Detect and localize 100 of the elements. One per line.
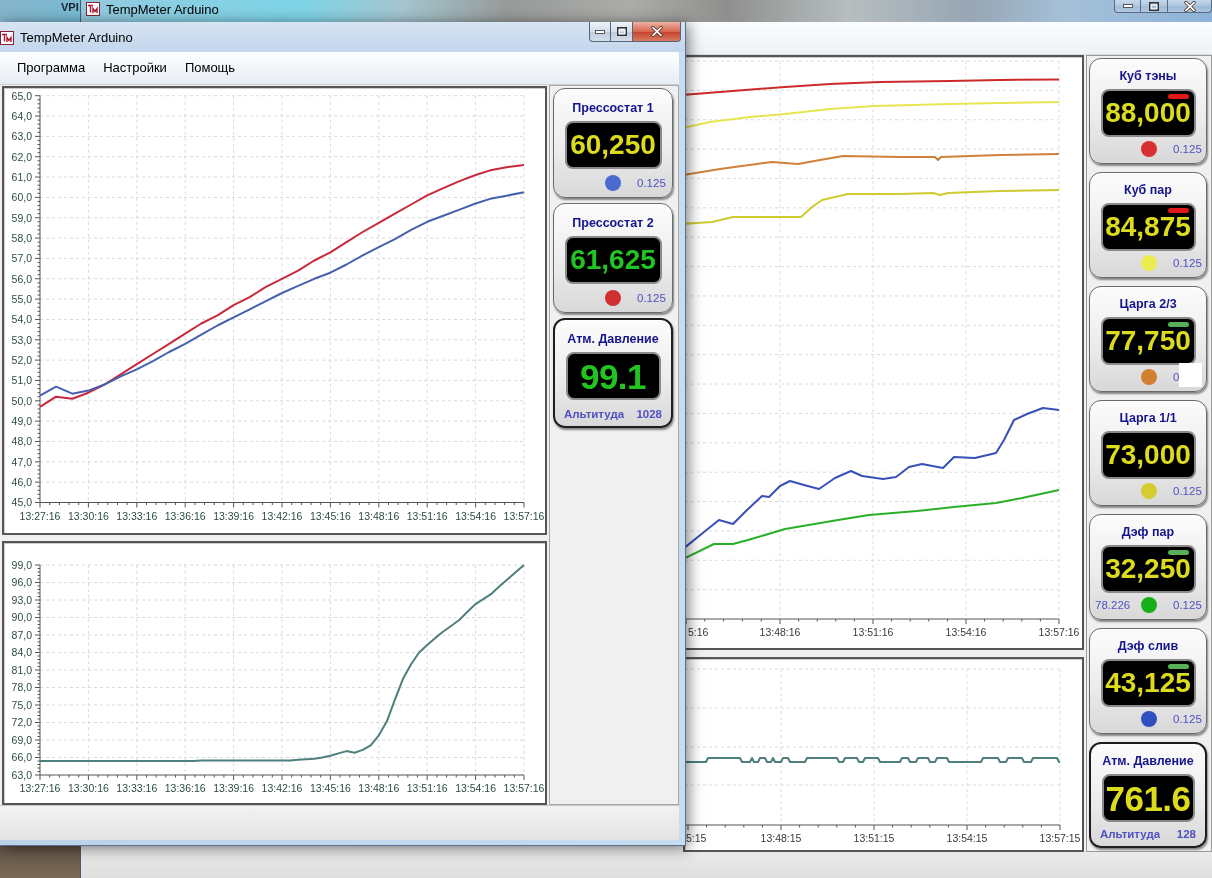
tick-label: 13:57:16 bbox=[1038, 626, 1080, 638]
tick-label: 5:15 bbox=[686, 832, 707, 844]
tick-label: 57,0 bbox=[11, 252, 32, 265]
tick-label: 13:45:16 bbox=[309, 782, 351, 794]
tick-label: 13:48:16 bbox=[358, 782, 400, 794]
app-logo-icon bbox=[86, 2, 100, 16]
tick-label: 13:51:16 bbox=[406, 782, 448, 794]
close-button[interactable] bbox=[1168, 0, 1212, 13]
menu-item[interactable]: Помощь bbox=[175, 57, 245, 79]
minimize-icon bbox=[595, 29, 605, 34]
tick-label: 75,0 bbox=[11, 698, 32, 711]
display-value: 761.6 bbox=[1105, 780, 1191, 816]
tick-label: 13:51:15 bbox=[853, 832, 895, 844]
maximize-icon bbox=[616, 27, 627, 36]
display-value: 32,250 bbox=[1105, 555, 1191, 583]
tick-label: 13:54:16 bbox=[455, 782, 497, 794]
tick-label: 62,0 bbox=[11, 150, 32, 163]
close-icon bbox=[650, 26, 663, 37]
tick-label: 96,0 bbox=[11, 576, 32, 589]
tick-label: 49,0 bbox=[11, 414, 32, 427]
tick-label: 63,0 bbox=[11, 130, 32, 143]
tick-label: 13:33:16 bbox=[116, 510, 158, 522]
tick-label: 48,0 bbox=[11, 435, 32, 448]
gauge-title: Царга 2/3 bbox=[1119, 296, 1177, 313]
secondary-reading: 78.226 bbox=[1094, 599, 1132, 611]
resolution-text: 0.125 bbox=[1172, 485, 1203, 497]
tick-label: 13:42:16 bbox=[261, 782, 303, 794]
display-value: 77,750 bbox=[1105, 327, 1191, 355]
altitude-value: 1028 bbox=[636, 408, 662, 420]
tick-label: 51,0 bbox=[11, 374, 32, 387]
tick-label: 13:27:16 bbox=[19, 510, 61, 522]
altitude-label: Альтитуда bbox=[564, 408, 625, 420]
resolution-text: 0.125 bbox=[1172, 599, 1203, 611]
tick-label: 45,0 bbox=[11, 496, 32, 509]
minimize-button[interactable] bbox=[589, 22, 611, 42]
resolution-text: 0.125 bbox=[1172, 143, 1203, 155]
close-icon bbox=[1183, 0, 1196, 12]
maximize-button[interactable] bbox=[1141, 0, 1168, 13]
display-value: 61,625 bbox=[570, 246, 656, 274]
resolution-text: 0.125 bbox=[1172, 257, 1203, 269]
tick-label: 13:54:15 bbox=[946, 832, 988, 844]
tick-label: 64,0 bbox=[11, 109, 32, 122]
tick-label: 61,0 bbox=[11, 170, 32, 183]
gauge-title: Прессостат 2 bbox=[572, 215, 654, 232]
altitude-value: 128 bbox=[1176, 828, 1196, 840]
tick-label: 60,0 bbox=[11, 191, 32, 204]
window-title: TempMeter Arduino bbox=[106, 2, 219, 18]
minimize-icon bbox=[1122, 4, 1133, 8]
tick-label: 13:30:16 bbox=[67, 782, 109, 794]
window-title: TempMeter Arduino bbox=[20, 30, 133, 46]
tick-label: 65,0 bbox=[11, 89, 32, 102]
resolution-text: 0.125 bbox=[1172, 713, 1203, 725]
tick-label: 84,0 bbox=[11, 646, 32, 659]
tick-label: 13:48:15 bbox=[760, 832, 802, 844]
tick-label: 58,0 bbox=[11, 231, 32, 244]
tick-label: 13:57:16 bbox=[503, 510, 545, 522]
gauge-title: Атм. Давление bbox=[1102, 753, 1194, 770]
menu-item[interactable]: Программа bbox=[8, 57, 95, 79]
tick-label: 66,0 bbox=[11, 751, 32, 764]
tick-label: 13:36:16 bbox=[164, 510, 206, 522]
tick-label: 63,0 bbox=[11, 768, 32, 781]
tick-label: 13:39:16 bbox=[213, 782, 255, 794]
tick-label: 13:57:16 bbox=[503, 782, 545, 794]
minimize-button[interactable] bbox=[1114, 0, 1141, 13]
gauge-title: Куб пар bbox=[1124, 182, 1172, 199]
gauge-title: Дэф пар bbox=[1121, 524, 1175, 541]
display-value: 99.1 bbox=[579, 358, 647, 394]
display-value: 73,000 bbox=[1105, 441, 1191, 469]
tick-label: 13:33:16 bbox=[116, 782, 158, 794]
tick-label: 56,0 bbox=[11, 272, 32, 285]
tick-label: 54,0 bbox=[11, 313, 32, 326]
tick-label: 53,0 bbox=[11, 333, 32, 346]
tick-label: 50,0 bbox=[11, 394, 32, 407]
tick-label: 13:45:16 bbox=[309, 510, 351, 522]
tick-label: 99,0 bbox=[11, 558, 32, 571]
app-logo-icon bbox=[0, 31, 14, 45]
maximize-button[interactable] bbox=[611, 22, 633, 42]
tick-label: 13:39:16 bbox=[213, 510, 255, 522]
gauge-title: Царга 1/1 bbox=[1119, 410, 1177, 427]
tick-label: 13:48:16 bbox=[358, 510, 400, 522]
resolution-text: 0 bbox=[1172, 371, 1181, 383]
tick-label: 47,0 bbox=[11, 455, 32, 468]
tick-label: 90,0 bbox=[11, 611, 32, 624]
tick-label: 13:54:16 bbox=[455, 510, 497, 522]
tick-label: 93,0 bbox=[11, 593, 32, 606]
tick-label: 13:48:16 bbox=[759, 626, 801, 638]
tick-label: 13:51:16 bbox=[406, 510, 448, 522]
close-button[interactable] bbox=[633, 22, 681, 42]
resolution-text: 0.125 bbox=[636, 177, 667, 189]
resolution-text: 0.125 bbox=[636, 292, 667, 304]
tick-label: 13:30:16 bbox=[67, 510, 109, 522]
menu-item[interactable]: Настройки bbox=[94, 57, 176, 79]
gauge-title: Куб тэны bbox=[1119, 68, 1177, 85]
tick-label: 72,0 bbox=[11, 716, 32, 729]
tick-label: 13:57:15 bbox=[1039, 832, 1081, 844]
window-title-fragment: VPI bbox=[61, 1, 79, 14]
display-value: 60,250 bbox=[570, 131, 656, 159]
tick-label: 55,0 bbox=[11, 292, 32, 305]
tick-label: 13:42:16 bbox=[261, 510, 303, 522]
gauge-title: Атм. Давление bbox=[567, 331, 659, 348]
